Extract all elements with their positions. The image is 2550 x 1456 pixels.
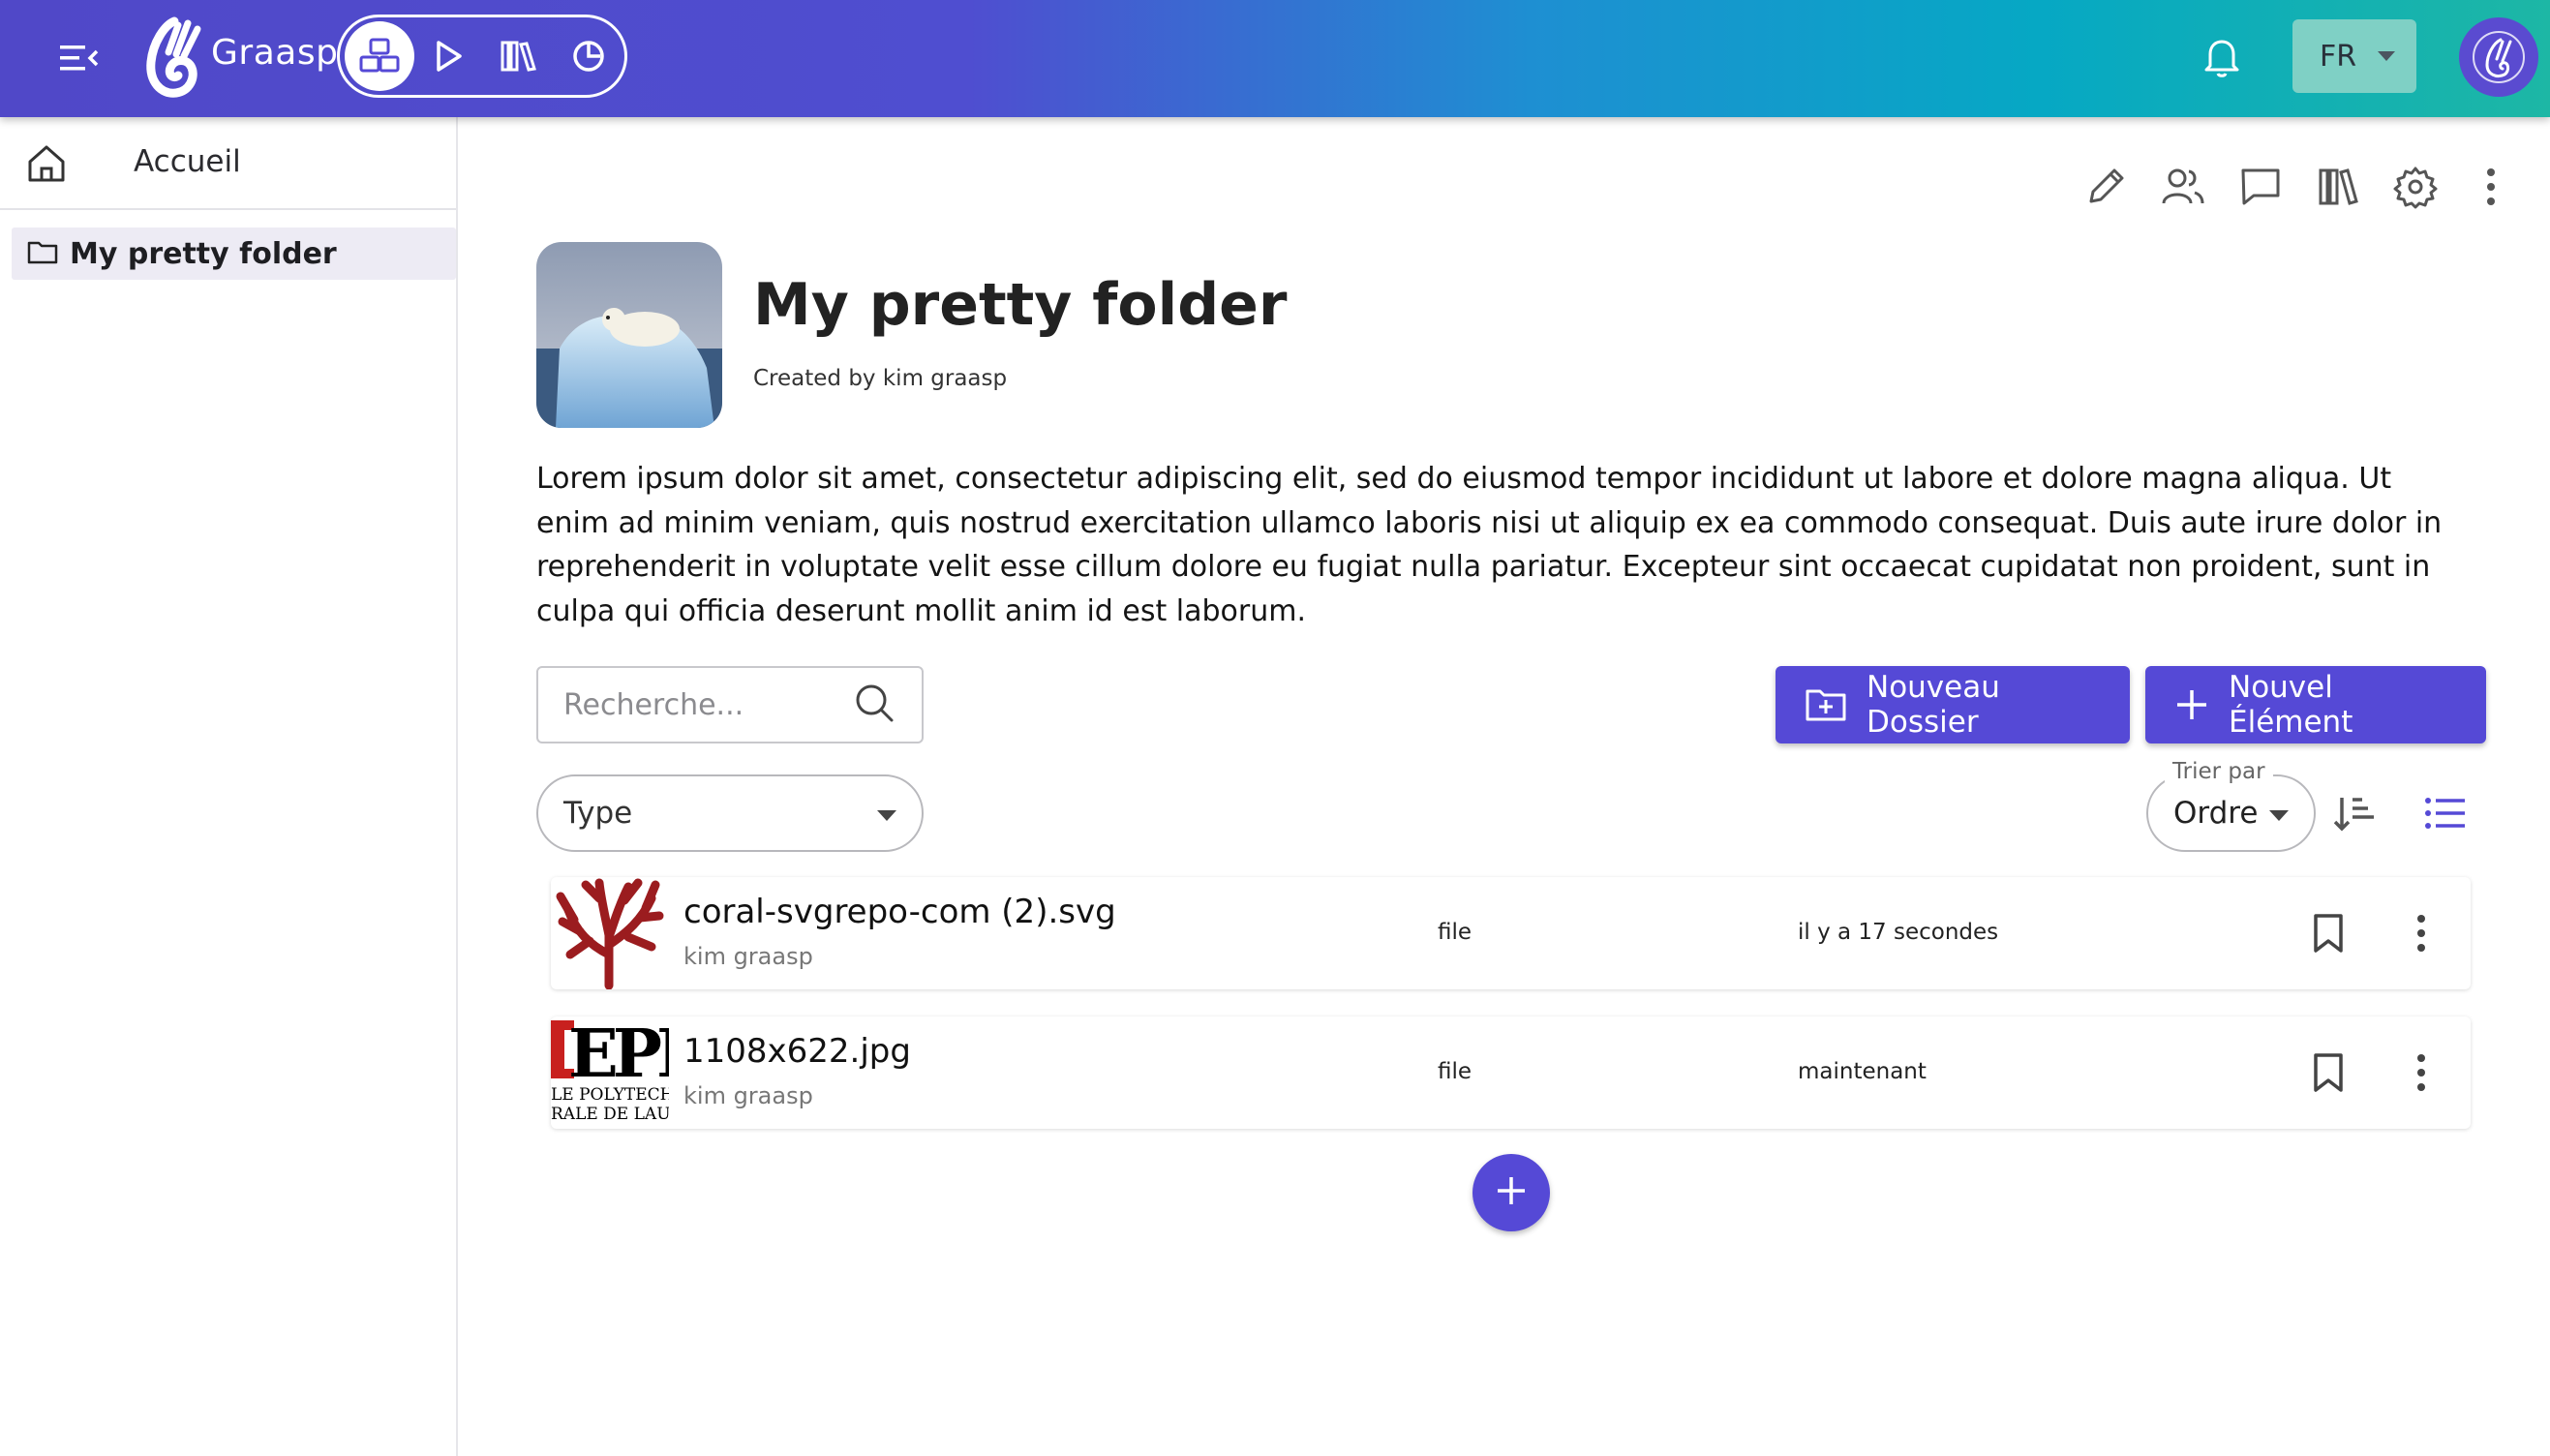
sidebar-item-label: My pretty folder bbox=[70, 236, 337, 271]
user-avatar[interactable] bbox=[2459, 17, 2538, 97]
new-item-button[interactable]: Nouvel Élément bbox=[2145, 666, 2486, 743]
item-type: file bbox=[1438, 1059, 1472, 1084]
table-row[interactable]: EPFL LE POLYTECH RALE DE LAU 1108x622.jp… bbox=[551, 1016, 2471, 1129]
top-app-bar: Graasp FR bbox=[0, 0, 2550, 117]
more-options-icon[interactable] bbox=[2467, 161, 2515, 213]
type-filter-select[interactable]: Type bbox=[536, 774, 924, 852]
library-publish-icon[interactable] bbox=[2312, 161, 2364, 213]
analytics-platform-icon[interactable] bbox=[554, 21, 623, 91]
sidebar-home-row[interactable]: Accueil bbox=[0, 117, 456, 210]
type-filter-label: Type bbox=[563, 796, 633, 831]
notifications-bell-icon[interactable] bbox=[2193, 27, 2251, 85]
svg-text:EPFL: EPFL bbox=[568, 1016, 669, 1093]
new-folder-label: Nouveau Dossier bbox=[1867, 670, 2000, 740]
platform-switch bbox=[337, 15, 627, 98]
settings-gear-icon[interactable] bbox=[2389, 161, 2442, 213]
item-type: file bbox=[1438, 920, 1472, 945]
epfl-thumb-line-1: LE POLYTECH bbox=[551, 1085, 669, 1105]
table-row[interactable]: coral-svgrepo-com (2).svg kim graasp fil… bbox=[551, 877, 2471, 989]
new-folder-button[interactable]: Nouveau Dossier bbox=[1776, 666, 2130, 743]
sidebar-item-my-pretty-folder[interactable]: My pretty folder bbox=[12, 228, 456, 280]
sidebar: Accueil My pretty folder bbox=[0, 117, 458, 1456]
folder-thumbnail bbox=[536, 242, 722, 428]
chevron-down-icon bbox=[2378, 51, 2396, 61]
graasp-logo-icon[interactable] bbox=[136, 14, 209, 101]
item-updated: il y a 17 secondes bbox=[1798, 920, 1999, 945]
plus-icon bbox=[2174, 687, 2209, 722]
add-item-fab[interactable] bbox=[1472, 1154, 1550, 1231]
player-platform-icon[interactable] bbox=[414, 21, 484, 91]
list-view-icon[interactable] bbox=[2418, 786, 2473, 840]
brand-name: Graasp bbox=[211, 33, 339, 73]
sort-by-legend: Trier par bbox=[2165, 759, 2273, 784]
library-platform-icon[interactable] bbox=[484, 21, 554, 91]
row-more-icon[interactable] bbox=[2394, 1046, 2448, 1100]
builder-platform-icon[interactable] bbox=[345, 21, 414, 91]
sort-by-value: Ordre bbox=[2173, 796, 2259, 831]
chevron-down-icon bbox=[877, 810, 896, 821]
epfl-thumb-line-2: RALE DE LAU bbox=[551, 1105, 669, 1124]
language-value: FR bbox=[2320, 39, 2357, 74]
folder-icon bbox=[27, 238, 58, 269]
item-name[interactable]: 1108x622.jpg bbox=[683, 1032, 911, 1071]
item-updated: maintenant bbox=[1798, 1059, 1927, 1084]
share-members-icon[interactable] bbox=[2157, 161, 2209, 213]
folder-description: Lorem ipsum dolor sit amet, consectetur … bbox=[536, 462, 2443, 628]
item-name[interactable]: coral-svgrepo-com (2).svg bbox=[683, 893, 1116, 931]
created-by-text: Created by kim graasp bbox=[753, 366, 1008, 391]
item-owner: kim graasp bbox=[683, 1082, 813, 1109]
menu-collapse-icon[interactable] bbox=[50, 37, 108, 79]
new-item-label: Nouvel Élément bbox=[2229, 670, 2353, 740]
home-icon bbox=[25, 142, 68, 189]
sort-direction-icon[interactable] bbox=[2327, 786, 2382, 840]
bookmark-icon[interactable] bbox=[2301, 1046, 2355, 1100]
item-owner: kim graasp bbox=[683, 943, 813, 970]
search-icon[interactable] bbox=[854, 682, 895, 727]
language-select[interactable]: FR bbox=[2292, 19, 2416, 93]
chat-comment-icon[interactable] bbox=[2234, 161, 2287, 213]
folder-plus-icon bbox=[1805, 686, 1847, 723]
coral-thumbnail bbox=[551, 877, 669, 989]
search-placeholder: Recherche... bbox=[563, 687, 744, 722]
chevron-down-icon bbox=[2269, 810, 2289, 821]
home-label: Accueil bbox=[134, 144, 241, 179]
bookmark-icon[interactable] bbox=[2301, 906, 2355, 960]
edit-pencil-icon[interactable] bbox=[2079, 161, 2132, 213]
page-title: My pretty folder bbox=[753, 271, 1288, 339]
row-more-icon[interactable] bbox=[2394, 906, 2448, 960]
plus-icon bbox=[1494, 1173, 1529, 1212]
sort-by-select[interactable]: Ordre bbox=[2146, 774, 2316, 852]
epfl-thumbnail: EPFL LE POLYTECH RALE DE LAU bbox=[551, 1016, 669, 1129]
search-input[interactable]: Recherche... bbox=[536, 666, 924, 743]
